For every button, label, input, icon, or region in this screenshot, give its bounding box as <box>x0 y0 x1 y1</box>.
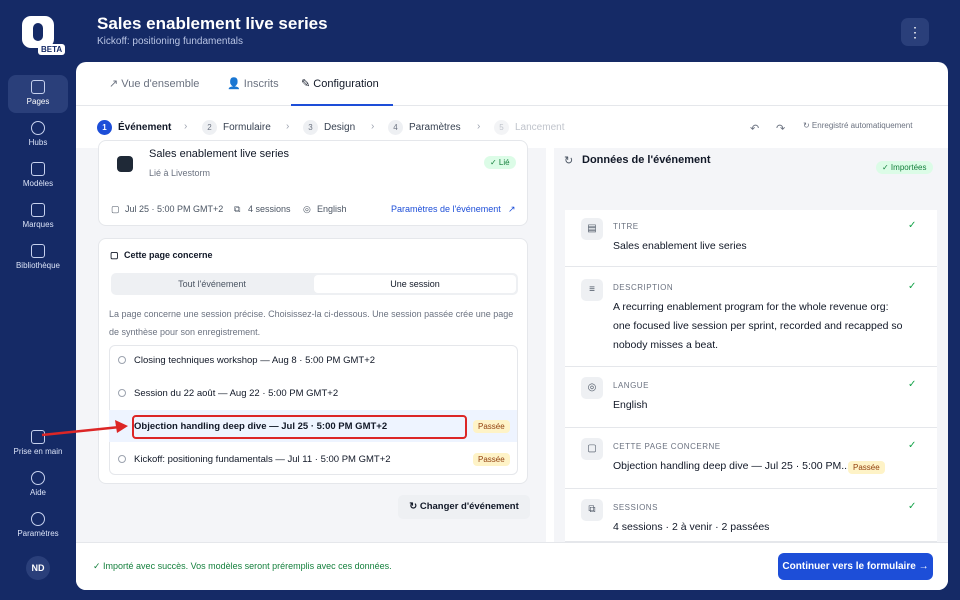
check-icon: ✓ <box>908 220 917 231</box>
step-parametres[interactable]: 4 Paramètres <box>388 120 461 135</box>
sessions-icon: ⧉ <box>234 204 241 214</box>
main-panel: ↗ Vue d'ensemble 👤 Inscrits ✎ Configurat… <box>76 62 948 590</box>
session-radio[interactable] <box>118 389 126 397</box>
nav-prise-en-main[interactable]: Prise en main <box>8 425 68 463</box>
step-lancement[interactable]: 5 Lancement <box>494 120 564 135</box>
field-description: ≡ DESCRIPTION A recurring enablement pro… <box>565 267 937 367</box>
event-data-title: Données de l'événement <box>582 154 711 166</box>
session-option[interactable]: Session du 22 août — Aug 22 · 5:00 PM GM… <box>134 388 338 399</box>
share-icon <box>31 121 45 135</box>
chevron-right-icon: › <box>371 121 375 132</box>
scope-one-session[interactable]: Une session <box>314 275 516 293</box>
footer-bar: ✓ Importé avec succès. Vos modèles seron… <box>76 542 948 590</box>
event-settings-link[interactable]: Paramètres de l'événement <box>391 204 501 214</box>
user-icon: 👤 <box>227 78 241 90</box>
field-title: ▤ TITRE Sales enablement live series ✓ <box>565 210 937 267</box>
event-language: English <box>317 204 347 214</box>
tab-overview[interactable]: ↗ Vue d'ensemble <box>109 77 199 90</box>
event-logo-icon <box>117 156 133 172</box>
scope-toggle: Tout l'événement Une session <box>111 273 518 295</box>
avatar[interactable]: ND <box>26 556 50 580</box>
session-option[interactable]: Kickoff: positioning fundamentals — Jul … <box>134 454 391 465</box>
import-success-message: ✓ Importé avec succès. Vos modèles seron… <box>93 561 392 571</box>
past-badge: Passée <box>473 453 510 466</box>
redo-button[interactable]: ↷ <box>776 122 785 135</box>
calendar-icon: ▢ <box>110 250 119 260</box>
chevron-right-icon: › <box>286 121 290 132</box>
graduation-cap-icon <box>31 430 45 444</box>
beta-badge: BETA <box>38 44 66 55</box>
tab-inscrits[interactable]: 👤 Inscrits <box>227 77 279 90</box>
chevron-right-icon: › <box>477 121 481 132</box>
nav-pages[interactable]: Pages <box>8 75 68 113</box>
undo-button[interactable]: ↶ <box>750 122 759 135</box>
left-rail: BETA Pages Hubs Modèles Marques Biblioth… <box>0 0 76 600</box>
session-radio[interactable] <box>118 356 126 364</box>
nav-modeles[interactable]: Modèles <box>8 157 68 195</box>
trend-icon: ↗ <box>109 78 119 90</box>
document-icon: ▤ <box>581 218 603 240</box>
check-icon: ✓ <box>908 281 917 292</box>
continue-button[interactable]: Continuer vers le formulaire → <box>778 553 933 580</box>
nav-hubs[interactable]: Hubs <box>8 116 68 154</box>
field-language: ◎ LANGUE English ✓ <box>565 367 937 428</box>
past-badge: Passée <box>473 420 510 433</box>
check-icon: ✓ <box>908 440 917 451</box>
calendar-icon: ▢ <box>581 438 603 460</box>
nav-aide[interactable]: Aide <box>8 466 68 504</box>
session-option[interactable]: Closing techniques workshop — Aug 8 · 5:… <box>134 355 375 366</box>
step-formulaire[interactable]: 2 Formulaire <box>202 120 271 135</box>
nav-parametres[interactable]: Paramètres <box>8 507 68 545</box>
session-option-selected[interactable]: Objection handling deep dive — Jul 25 · … <box>134 421 387 432</box>
nav-marques[interactable]: Marques <box>8 198 68 236</box>
grid-icon <box>31 162 45 176</box>
list-icon: ≡ <box>581 279 603 301</box>
tab-configuration[interactable]: ✎ Configuration <box>301 77 379 90</box>
scope-all-event[interactable]: Tout l'événement <box>111 275 313 293</box>
step-design[interactable]: 3 Design <box>303 120 355 135</box>
globe-icon: ◎ <box>303 204 311 214</box>
nav-bibliotheque[interactable]: Bibliothèque <box>8 239 68 277</box>
page-title: Sales enablement live series <box>97 14 328 33</box>
calendar-icon: ▢ <box>111 204 120 214</box>
autosave-status: ↻ Enregistré automatiquement <box>803 121 913 130</box>
check-icon: ✓ <box>908 379 917 390</box>
page-subtitle: Kickoff: positioning fundamentals <box>97 36 244 47</box>
brush-icon <box>31 203 45 217</box>
session-radio[interactable] <box>118 455 126 463</box>
step-evenement[interactable]: 1 Événement <box>97 120 171 135</box>
field-sessions: ⧉ SESSIONS 4 sessions · 2 à venir · 2 pa… <box>565 489 937 542</box>
edit-icon: ✎ <box>301 78 311 90</box>
linked-badge: ✓ Lié <box>484 156 516 169</box>
globe-icon: ◎ <box>581 377 603 399</box>
sync-icon: ↻ <box>564 155 574 167</box>
sessions-icon: ⧉ <box>581 499 603 521</box>
imported-badge: ✓ Importées <box>876 161 933 174</box>
event-source: Lié à Livestorm <box>149 168 211 178</box>
tv-icon <box>31 244 45 258</box>
concern-title: Cette page concerne <box>124 250 213 260</box>
event-sessions: 4 sessions <box>248 204 291 214</box>
gear-icon <box>31 512 45 526</box>
event-date: Jul 25 · 5:00 PM GMT+2 <box>125 204 224 214</box>
tab-bar: ↗ Vue d'ensemble 👤 Inscrits ✎ Configurat… <box>76 62 948 106</box>
scope-help-text: La page concerne une session précise. Ch… <box>109 309 514 337</box>
past-badge: Passée <box>848 461 885 474</box>
change-event-button[interactable]: ↻ Changer d'événement <box>398 495 530 519</box>
chevron-right-icon: › <box>184 121 188 132</box>
pages-icon <box>31 80 45 94</box>
field-page-scope: ▢ CETTE PAGE CONCERNE Objection handling… <box>565 428 937 489</box>
more-menu-button[interactable]: ⋮ <box>901 18 929 46</box>
external-link-icon: ↗ <box>508 204 516 214</box>
event-title: Sales enablement live series <box>149 148 290 160</box>
check-icon: ✓ <box>908 501 917 512</box>
help-icon <box>31 471 45 485</box>
